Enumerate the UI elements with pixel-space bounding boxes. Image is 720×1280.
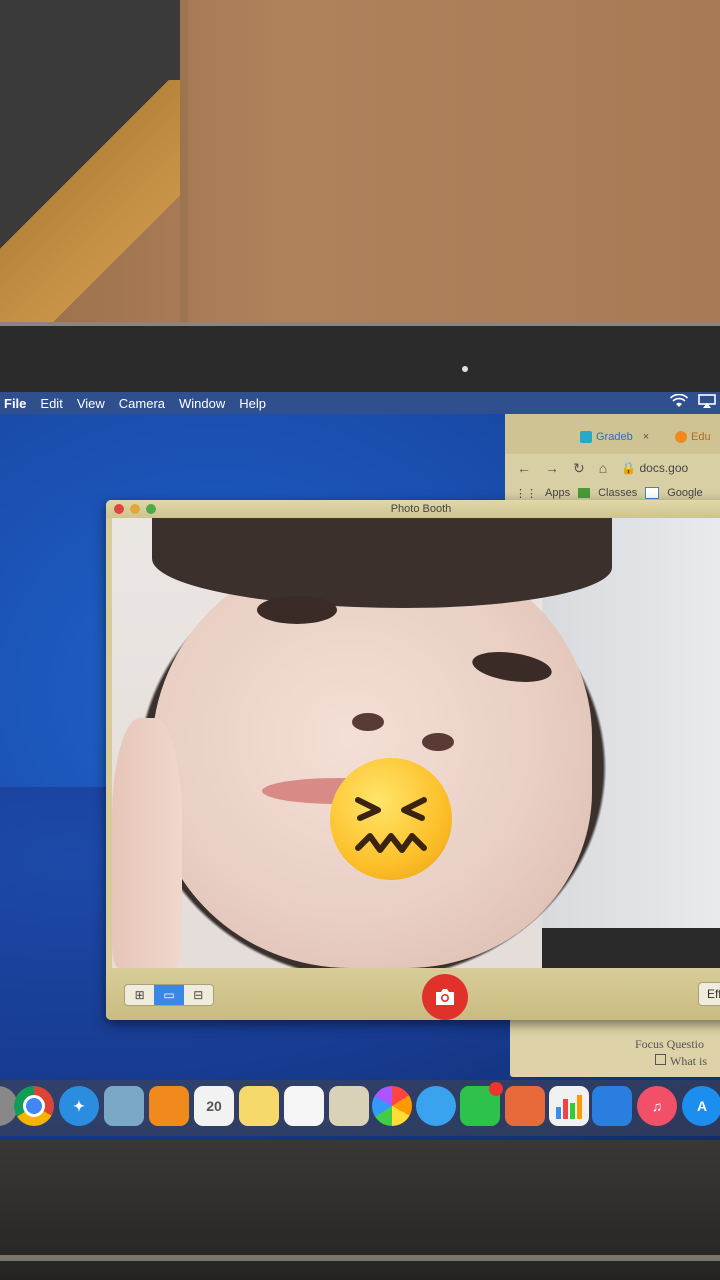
camera-preview	[112, 518, 720, 968]
facetime-icon[interactable]	[460, 1082, 503, 1126]
laptop-bezel	[0, 322, 720, 398]
effects-button[interactable]: Effe	[698, 982, 720, 1006]
google-bookmark-icon	[645, 487, 660, 499]
tab-close-icon[interactable]: ×	[643, 431, 649, 443]
menu-edit[interactable]: Edit	[33, 396, 69, 411]
ibooks-icon[interactable]	[149, 1086, 189, 1126]
window-titlebar[interactable]: Photo Booth	[106, 500, 720, 518]
calendar-icon[interactable]: 20	[194, 1086, 234, 1126]
address-bar[interactable]: 🔒 docs.goo	[621, 461, 688, 475]
reminders-icon[interactable]	[284, 1086, 324, 1126]
background-orange-stripe	[0, 80, 180, 322]
single-photo-icon[interactable]: ▭	[154, 985, 184, 1005]
background-panel-edge	[180, 0, 188, 322]
wifi-icon[interactable]	[670, 394, 688, 408]
laptop-edge	[0, 1255, 720, 1261]
edu-favicon-icon	[675, 431, 687, 443]
menu-file[interactable]: File	[0, 396, 33, 411]
take-photo-button[interactable]	[422, 974, 468, 1020]
messages-icon[interactable]	[416, 1086, 456, 1126]
doc-heading: Focus Questio	[635, 1037, 704, 1051]
preview-hand	[112, 718, 182, 968]
grid-view-icon[interactable]: ⊞	[125, 985, 154, 1005]
reload-icon[interactable]: ↻	[573, 460, 585, 477]
confounded-face-emoji-icon	[330, 758, 452, 880]
safari-icon[interactable]: ✦	[59, 1086, 99, 1126]
checkbox-icon[interactable]	[655, 1054, 666, 1065]
view-mode-selector: ⊞ ▭ ⊟	[124, 984, 214, 1006]
chrome-dock-icon[interactable]	[14, 1086, 54, 1126]
app-store-icon[interactable]: A	[682, 1086, 720, 1126]
bookmark-apps[interactable]: Apps	[545, 487, 570, 499]
preview-nostril-right	[422, 733, 454, 751]
window-title: Photo Booth	[390, 503, 452, 515]
menu-help[interactable]: Help	[232, 396, 273, 411]
gradebook-favicon-icon	[580, 431, 592, 443]
pages-icon[interactable]	[505, 1086, 545, 1126]
keynote-icon[interactable]	[592, 1086, 632, 1126]
apps-grid-icon: ⋮⋮	[515, 487, 537, 500]
chrome-tab-edu[interactable]: Edu	[675, 426, 720, 448]
back-icon[interactable]: ←	[517, 460, 531, 476]
airplay-icon[interactable]	[698, 394, 716, 408]
mac-screen: File Edit View Camera Window Help Gradeb…	[0, 392, 720, 1140]
preview-app-icon[interactable]	[104, 1086, 144, 1126]
itunes-icon[interactable]: ♫	[637, 1086, 677, 1126]
menu-bar: File Edit View Camera Window Help	[0, 392, 720, 414]
classes-bookmark-icon	[578, 488, 591, 498]
photo-booth-window[interactable]: Photo Booth ⊞ ▭ ⊟ Ef	[106, 500, 720, 1020]
numbers-icon[interactable]	[549, 1086, 589, 1126]
bookmark-google[interactable]: Google	[667, 487, 702, 499]
minimize-button[interactable]	[130, 504, 140, 514]
photos-icon[interactable]	[372, 1086, 412, 1126]
image-capture-icon[interactable]	[329, 1086, 369, 1126]
menu-view[interactable]: View	[70, 396, 112, 411]
doc-question-text: What is	[670, 1054, 707, 1068]
tab-label: Edu	[691, 431, 711, 443]
preview-nostril-left	[352, 713, 384, 731]
chrome-tab-gradebook[interactable]: Gradeb ×	[580, 426, 660, 448]
calendar-day: 20	[206, 1098, 222, 1114]
photo-booth-toolbar: ⊞ ▭ ⊟ Effe	[106, 968, 720, 1020]
preview-collar	[542, 928, 720, 968]
strip-view-icon[interactable]: ⊟	[184, 985, 213, 1005]
bookmark-classes[interactable]: Classes	[598, 487, 637, 499]
forward-icon[interactable]: →	[545, 460, 559, 476]
webcam-light	[462, 366, 468, 372]
close-button[interactable]	[114, 504, 124, 514]
url-text: docs.goo	[639, 461, 689, 475]
chrome-toolbar: ← → ↻ ⌂ 🔒 docs.goo	[505, 454, 720, 482]
menu-window[interactable]: Window	[172, 396, 232, 411]
notification-badge-icon	[489, 1082, 503, 1096]
menu-camera[interactable]: Camera	[112, 396, 172, 411]
menu-extras	[670, 394, 716, 408]
tab-label: Gradeb	[596, 431, 633, 443]
camera-icon	[436, 989, 454, 1005]
notes-icon[interactable]	[239, 1086, 279, 1126]
doc-checkbox-line: What is	[655, 1054, 707, 1069]
preview-left-eye	[257, 596, 337, 624]
home-icon[interactable]: ⌂	[599, 460, 607, 476]
chrome-tab-strip: Gradeb × Edu	[505, 414, 720, 454]
maximize-button[interactable]	[146, 504, 156, 514]
